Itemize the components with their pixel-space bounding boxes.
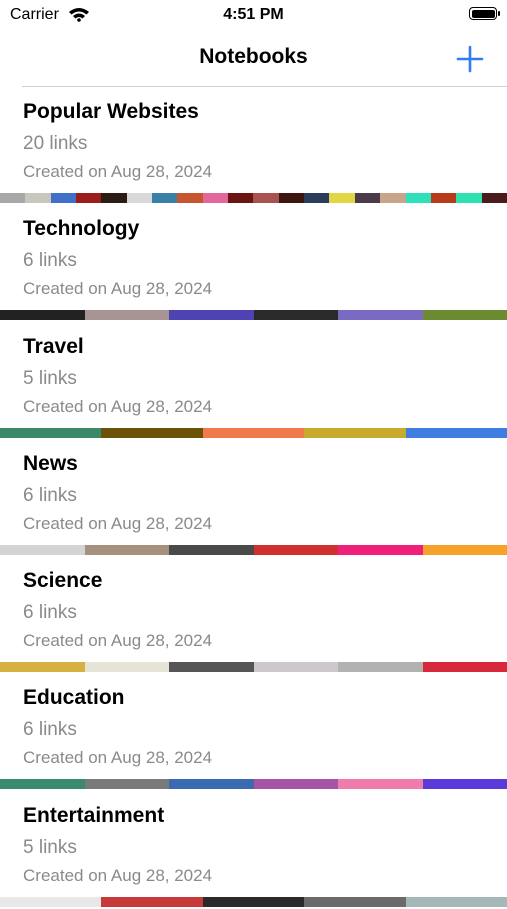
color-swatch <box>101 428 202 438</box>
color-swatch <box>338 310 423 320</box>
notebook-title: Education <box>23 686 125 710</box>
color-swatch <box>423 310 507 320</box>
notebook-row[interactable]: News 6 links Created on Aug 28, 2024 <box>0 440 507 557</box>
color-swatch <box>279 193 304 203</box>
color-strip <box>0 662 507 672</box>
link-count: 6 links <box>23 250 77 272</box>
color-swatch <box>304 428 405 438</box>
color-swatch <box>423 545 507 555</box>
color-swatch <box>25 193 50 203</box>
color-swatch <box>406 428 507 438</box>
color-swatch <box>85 545 170 555</box>
notebook-title: News <box>23 452 78 476</box>
color-swatch <box>254 662 339 672</box>
color-swatch <box>203 897 304 907</box>
color-swatch <box>456 193 481 203</box>
link-count: 6 links <box>23 602 77 624</box>
color-strip <box>0 779 507 789</box>
link-count: 6 links <box>23 485 77 507</box>
add-notebook-button[interactable] <box>453 42 487 76</box>
notebook-row[interactable]: Travel 5 links Created on Aug 28, 2024 <box>0 323 507 440</box>
color-swatch <box>406 897 507 907</box>
notebook-title: Entertainment <box>23 804 164 828</box>
color-swatch <box>228 193 253 203</box>
color-swatch <box>431 193 456 203</box>
color-swatch <box>177 193 202 203</box>
nav-divider <box>22 86 507 87</box>
color-swatch <box>380 193 405 203</box>
color-strip <box>0 545 507 555</box>
color-swatch <box>254 779 339 789</box>
color-swatch <box>101 897 202 907</box>
color-swatch <box>85 662 170 672</box>
status-bar: Carrier 4:51 PM <box>0 0 507 30</box>
color-strip <box>0 310 507 320</box>
notebook-row[interactable]: Popular Websites 20 links Created on Aug 2… <box>0 88 507 205</box>
color-swatch <box>127 193 152 203</box>
color-swatch <box>85 310 170 320</box>
notebook-row[interactable]: Entertainment 5 links Created on Aug 28, 2… <box>0 792 507 909</box>
color-swatch <box>169 662 254 672</box>
plus-icon <box>453 42 487 76</box>
color-swatch <box>423 779 507 789</box>
color-strip <box>0 193 507 203</box>
link-count: 5 links <box>23 368 77 390</box>
color-swatch <box>85 779 170 789</box>
color-swatch <box>338 779 423 789</box>
color-swatch <box>0 545 85 555</box>
color-swatch <box>254 310 339 320</box>
color-swatch <box>304 897 405 907</box>
created-date: Created on Aug 28, 2024 <box>23 631 212 651</box>
color-swatch <box>304 193 329 203</box>
color-swatch <box>482 193 507 203</box>
color-swatch <box>0 662 85 672</box>
color-swatch <box>203 428 304 438</box>
battery-icon <box>469 7 497 20</box>
page-title: Notebooks <box>0 45 507 69</box>
color-swatch <box>338 662 423 672</box>
link-count: 6 links <box>23 719 77 741</box>
created-date: Created on Aug 28, 2024 <box>23 397 212 417</box>
clock-time: 4:51 PM <box>0 6 507 24</box>
notebook-title: Technology <box>23 217 139 241</box>
color-swatch <box>203 193 228 203</box>
color-strip <box>0 428 507 438</box>
color-swatch <box>423 662 507 672</box>
notebook-title: Science <box>23 569 102 593</box>
color-swatch <box>338 545 423 555</box>
color-swatch <box>329 193 354 203</box>
color-swatch <box>254 545 339 555</box>
color-swatch <box>0 310 85 320</box>
color-swatch <box>169 545 254 555</box>
color-swatch <box>0 897 101 907</box>
notebook-row[interactable]: Technology 6 links Created on Aug 28, 2024 <box>0 205 507 322</box>
link-count: 20 links <box>23 133 87 155</box>
color-swatch <box>355 193 380 203</box>
color-swatch <box>101 193 126 203</box>
notebook-list: Popular Websites 20 links Created on Aug 2… <box>0 88 507 909</box>
created-date: Created on Aug 28, 2024 <box>23 514 212 534</box>
notebook-row[interactable]: Education 6 links Created on Aug 28, 2024 <box>0 674 507 791</box>
notebook-row[interactable]: Science 6 links Created on Aug 28, 2024 <box>0 557 507 674</box>
created-date: Created on Aug 28, 2024 <box>23 748 212 768</box>
color-swatch <box>169 310 254 320</box>
color-swatch <box>169 779 254 789</box>
color-swatch <box>152 193 177 203</box>
color-swatch <box>406 193 431 203</box>
color-swatch <box>51 193 76 203</box>
color-swatch <box>253 193 278 203</box>
created-date: Created on Aug 28, 2024 <box>23 279 212 299</box>
created-date: Created on Aug 28, 2024 <box>23 162 212 182</box>
color-swatch <box>76 193 101 203</box>
notebook-title: Popular Websites <box>23 100 199 124</box>
notebook-title: Travel <box>23 335 84 359</box>
color-swatch <box>0 428 101 438</box>
color-strip <box>0 897 507 907</box>
color-swatch <box>0 193 25 203</box>
created-date: Created on Aug 28, 2024 <box>23 866 212 886</box>
link-count: 5 links <box>23 837 77 859</box>
color-swatch <box>0 779 85 789</box>
navigation-bar: Notebooks <box>0 30 507 87</box>
